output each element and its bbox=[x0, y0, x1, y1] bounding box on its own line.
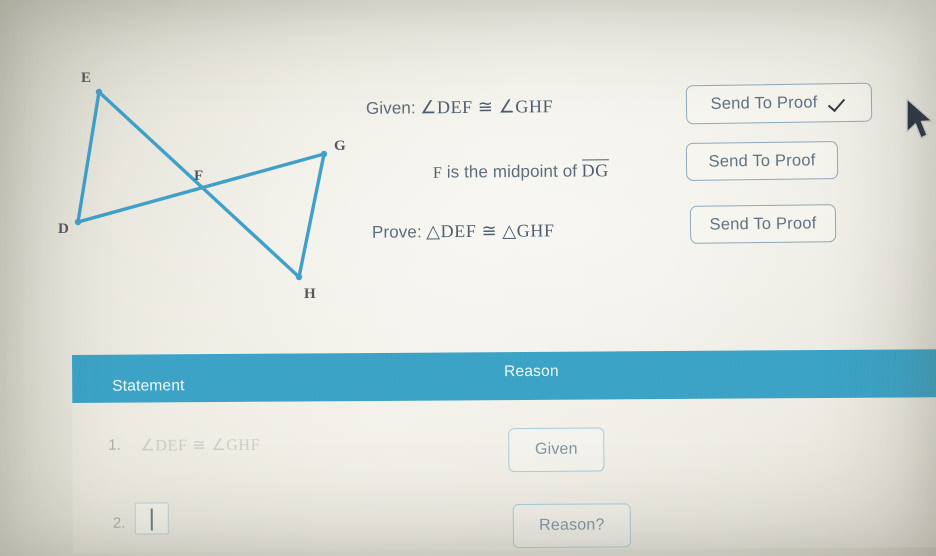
midpoint-statement-line: F is the midpoint of DG bbox=[433, 159, 609, 182]
prove-label: Prove: bbox=[371, 222, 422, 242]
row-number-1: 1. bbox=[108, 436, 121, 454]
app-screen: E D F G H Given: ∠DEF ≅ ∠GHF F is the midpoi… bbox=[0, 0, 936, 556]
vertex-label-E: E bbox=[81, 70, 91, 86]
reason-button-2[interactable]: Reason? bbox=[512, 503, 631, 549]
column-header-statement: Statement bbox=[112, 377, 185, 395]
statement-cell-1: ∠DEF ≅ ∠GHF bbox=[140, 436, 261, 455]
segment-DE bbox=[76, 90, 101, 224]
segment-GH bbox=[297, 152, 326, 279]
checkmark-icon bbox=[829, 94, 847, 112]
midpoint-text: is the midpoint of bbox=[446, 161, 578, 182]
text-caret bbox=[150, 508, 153, 531]
vertex-label-G: G bbox=[334, 138, 346, 154]
send-to-proof-label-1: Send To Proof bbox=[710, 93, 818, 113]
reason-label-2: Reason? bbox=[539, 516, 605, 534]
send-to-proof-button-1[interactable]: Send To Proof bbox=[685, 82, 873, 125]
row-number-2: 2. bbox=[112, 514, 126, 532]
proof-table-header: Statement Reason bbox=[72, 349, 936, 403]
send-to-proof-button-3[interactable]: Send To Proof bbox=[689, 204, 837, 244]
vertex-point-G bbox=[320, 150, 328, 158]
reason-label-1: Given bbox=[534, 440, 578, 458]
midpoint-segment: DG bbox=[581, 159, 609, 181]
segment-DG bbox=[76, 152, 326, 224]
vertex-point-E bbox=[95, 88, 103, 96]
proof-table: Statement Reason 1. ∠DEF ≅ ∠GHF Given 2.… bbox=[0, 330, 936, 556]
given-statement-line: Given: ∠DEF ≅ ∠GHF bbox=[366, 96, 553, 119]
proof-table-body: 1. ∠DEF ≅ ∠GHF Given 2. Reason? bbox=[72, 397, 936, 553]
statement-input-2[interactable] bbox=[134, 502, 169, 535]
send-to-proof-button-2[interactable]: Send To Proof bbox=[685, 141, 839, 181]
midpoint-subject: F bbox=[432, 164, 443, 182]
prove-statement-line: Prove: △DEF ≅ △GHF bbox=[372, 220, 555, 242]
reason-button-1[interactable]: Given bbox=[508, 427, 605, 473]
vertex-label-F: F bbox=[194, 168, 203, 184]
vertex-point-D bbox=[74, 218, 82, 226]
prove-math: △DEF ≅ △GHF bbox=[426, 220, 555, 242]
geometry-figure-svg: E D F G H bbox=[58, 70, 346, 302]
send-to-proof-label-3: Send To Proof bbox=[709, 213, 817, 234]
vertex-point-H bbox=[295, 273, 303, 281]
mouse-pointer-icon bbox=[906, 98, 933, 139]
vertex-label-D: D bbox=[58, 221, 69, 237]
vertex-label-H: H bbox=[304, 286, 316, 302]
given-label: Given: bbox=[365, 98, 416, 118]
segment-EH bbox=[97, 90, 301, 279]
figure-segments bbox=[76, 90, 326, 279]
geometry-figure: E D F G H bbox=[18, 48, 378, 318]
column-header-reason: Reason bbox=[504, 362, 559, 381]
given-math: ∠DEF ≅ ∠GHF bbox=[420, 96, 554, 118]
send-to-proof-label-2: Send To Proof bbox=[708, 150, 816, 171]
